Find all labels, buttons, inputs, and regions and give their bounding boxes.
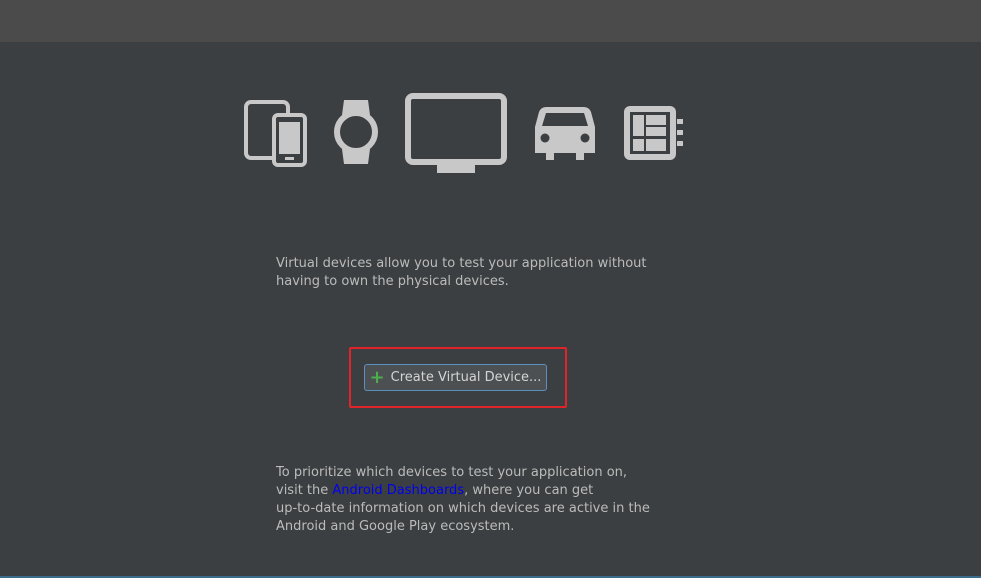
description: Virtual devices allow you to test your a…: [276, 255, 656, 291]
watch-icon: [331, 97, 381, 167]
description-line-2: having to own the physical devices.: [276, 274, 509, 289]
phone-tablet-icon: [244, 99, 308, 167]
top-bar: [0, 0, 981, 42]
create-virtual-device-button[interactable]: + Create Virtual Device...: [364, 364, 547, 391]
info-line-2: visit the Android Dashboards, where you …: [276, 482, 676, 500]
info-line-4: Android and Google Play ecosystem.: [276, 519, 515, 534]
create-virtual-device-label: Create Virtual Device...: [390, 370, 542, 385]
info-line-3: up-to-date information on which devices …: [276, 501, 650, 516]
info-line-1: To prioritize which devices to test your…: [276, 465, 628, 480]
info-line-2-prefix: visit the: [276, 483, 333, 498]
info-text: To prioritize which devices to test your…: [276, 464, 676, 536]
description-line-1: Virtual devices allow you to test your a…: [276, 256, 647, 271]
tv-icon: [405, 93, 507, 175]
plus-icon: +: [369, 366, 385, 388]
android-dashboards-link[interactable]: Android Dashboards: [332, 483, 464, 498]
info-line-2-suffix: , where you can get: [464, 483, 594, 498]
things-icon: [622, 104, 684, 162]
car-icon: [532, 103, 598, 163]
